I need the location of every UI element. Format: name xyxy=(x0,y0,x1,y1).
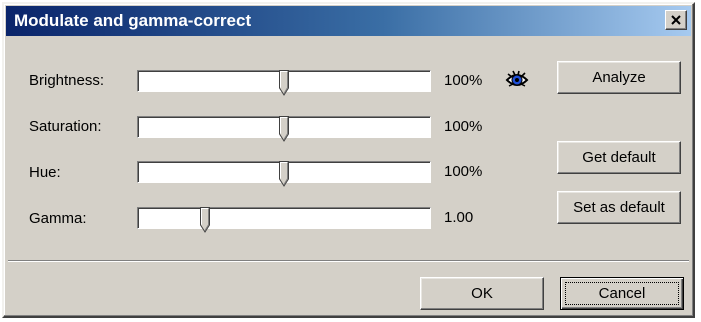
gamma-slider[interactable] xyxy=(137,207,431,233)
brightness-label: Brightness: xyxy=(29,72,105,89)
close-icon xyxy=(671,15,681,25)
title-bar[interactable]: Modulate and gamma-correct xyxy=(6,6,691,36)
brightness-slider[interactable] xyxy=(137,70,431,96)
saturation-label: Saturation: xyxy=(29,118,102,135)
focus-rectangle xyxy=(565,282,679,305)
saturation-slider[interactable] xyxy=(137,116,431,142)
close-button[interactable] xyxy=(665,10,687,30)
brightness-slider-thumb[interactable] xyxy=(279,70,289,96)
footer-separator xyxy=(8,260,689,262)
window-title: Modulate and gamma-correct xyxy=(14,11,252,30)
hue-slider[interactable] xyxy=(137,161,431,187)
get-default-button[interactable]: Get default xyxy=(557,141,681,174)
cancel-button[interactable]: Cancel xyxy=(560,277,684,310)
analyze-button[interactable]: Analyze xyxy=(557,61,681,94)
hue-label: Hue: xyxy=(29,164,61,181)
hue-value: 100% xyxy=(444,163,483,180)
saturation-slider-thumb[interactable] xyxy=(279,116,289,142)
gamma-value: 1.00 xyxy=(444,209,474,226)
modulate-dialog: Modulate and gamma-correct Brightness: 1… xyxy=(2,2,695,318)
gamma-label: Gamma: xyxy=(29,210,87,227)
set-as-default-button[interactable]: Set as default xyxy=(557,191,681,224)
ok-button[interactable]: OK xyxy=(420,277,544,310)
eye-icon[interactable] xyxy=(504,67,530,93)
hue-slider-thumb[interactable] xyxy=(279,161,289,187)
gamma-slider-thumb[interactable] xyxy=(200,207,210,233)
saturation-value: 100% xyxy=(444,118,483,135)
brightness-value: 100% xyxy=(444,72,483,89)
